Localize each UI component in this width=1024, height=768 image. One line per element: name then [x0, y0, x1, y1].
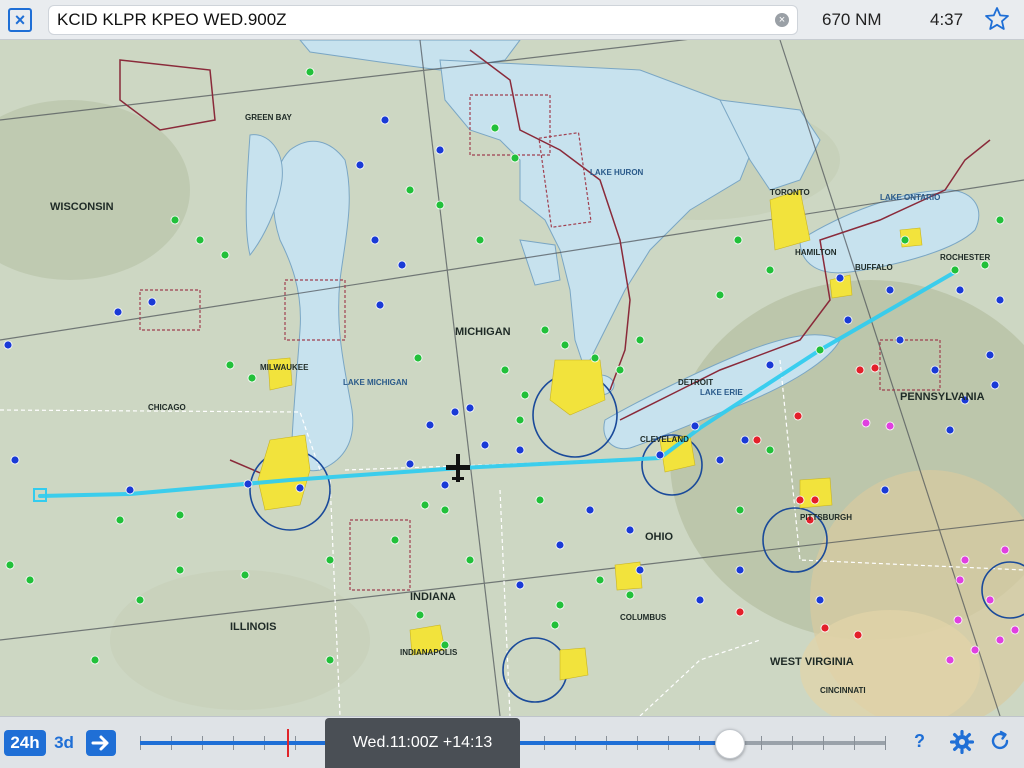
- region-label: MICHIGAN: [455, 326, 511, 338]
- refresh-icon[interactable]: [988, 729, 1012, 753]
- city-label: INDIANAPOLIS: [400, 648, 458, 657]
- timeline-tick: [760, 736, 762, 750]
- region-label: OHIO: [645, 531, 674, 543]
- city-label: GREEN BAY: [245, 113, 292, 122]
- range-3d-button[interactable]: 3d: [50, 730, 78, 756]
- city-label: HAMILTON: [795, 248, 837, 257]
- route-duration: 4:37: [930, 10, 964, 29]
- route-distance: 670 NM: [822, 10, 882, 29]
- city-label: COLUMBUS: [620, 613, 667, 622]
- region-label: WEST VIRGINIA: [770, 656, 854, 668]
- city-label: CHICAGO: [148, 403, 186, 412]
- arrow-right-icon: [91, 735, 109, 751]
- timeline-tick: [822, 736, 824, 750]
- forward-button[interactable]: [86, 730, 116, 756]
- city-label: DETROIT: [678, 378, 713, 387]
- lake-label: LAKE ERIE: [700, 388, 743, 397]
- city-label: TORONTO: [770, 188, 810, 197]
- lake-label: LAKE ONTARIO: [880, 193, 940, 202]
- region-label: INDIANA: [410, 591, 456, 603]
- gear-icon[interactable]: [950, 730, 974, 754]
- map-canvas: WISCONSIN MICHIGAN INDIANA ILLINOIS OHIO PENN…: [0, 40, 1024, 716]
- timeline-tick: [791, 736, 793, 750]
- region-label: ILLINOIS: [230, 621, 276, 633]
- timeline-tick: [885, 736, 886, 750]
- route-field[interactable]: ×: [48, 5, 798, 35]
- timeline-tick: [853, 736, 855, 750]
- clear-circle-icon[interactable]: ×: [775, 13, 789, 27]
- lake-label: LAKE MICHIGAN: [343, 378, 408, 387]
- top-bar: × × 670 NM 4:37: [0, 0, 1024, 40]
- lake-label: LAKE HURON: [590, 168, 644, 177]
- close-button[interactable]: ×: [8, 8, 32, 32]
- time-slider-thumb[interactable]: [714, 729, 745, 759]
- help-button[interactable]: ?: [914, 731, 925, 752]
- region-label: WISCONSIN: [50, 201, 114, 213]
- route-input[interactable]: [57, 6, 757, 34]
- city-label: MILWAUKEE: [260, 363, 309, 372]
- city-label: ROCHESTER: [940, 253, 990, 262]
- city-label: CINCINNATI: [820, 686, 866, 695]
- close-x-icon: ×: [14, 10, 26, 30]
- time-readout: Wed.11:00Z +14:13: [325, 718, 520, 768]
- city-label: CLEVELAND: [640, 435, 689, 444]
- timeline-bar: 24h 3d Wed.11:00Z +14:13 ?: [0, 716, 1024, 768]
- region-label: PENNSYLVANIA: [900, 391, 985, 403]
- star-icon[interactable]: [984, 6, 1010, 32]
- range-24h-button[interactable]: 24h: [4, 730, 46, 756]
- now-marker: [287, 729, 289, 757]
- city-label: BUFFALO: [855, 263, 893, 272]
- sectional-map[interactable]: WISCONSIN MICHIGAN INDIANA ILLINOIS OHIO PENN…: [0, 40, 1024, 716]
- city-label: PITTSBURGH: [800, 513, 852, 522]
